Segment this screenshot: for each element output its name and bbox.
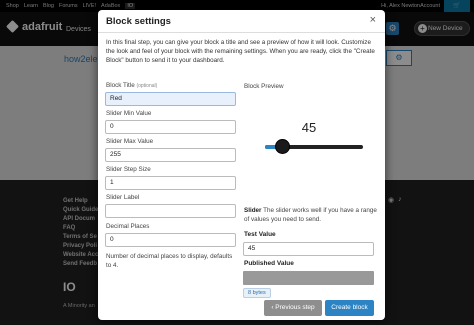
decimal-places-label: Decimal Places bbox=[106, 223, 150, 230]
modal-header: Block settings × bbox=[98, 10, 385, 33]
slider-step-label: Slider Step Size bbox=[106, 166, 151, 173]
slider-max-label: Slider Max Value bbox=[106, 138, 154, 145]
slider-desc-text: The slider works well if you have a rang… bbox=[244, 207, 377, 223]
test-value-label: Test Value bbox=[244, 231, 276, 238]
decimal-help-text: Number of decimal places to display, def… bbox=[106, 253, 233, 269]
slider-track[interactable] bbox=[265, 139, 363, 154]
test-value-input[interactable]: 45 bbox=[243, 242, 374, 256]
close-icon[interactable]: × bbox=[370, 14, 376, 26]
block-title-label: Block Title (optional) bbox=[106, 82, 157, 89]
bytes-badge: 8 bytes bbox=[243, 288, 271, 298]
slider-desc-title: Slider bbox=[244, 207, 262, 214]
block-preview-label: Block Preview bbox=[244, 83, 284, 90]
slider-label-input[interactable] bbox=[105, 204, 236, 218]
slider-thumb[interactable] bbox=[275, 139, 291, 154]
previous-step-button[interactable]: ‹ Previous step bbox=[264, 300, 322, 316]
slider-value-display: 45 bbox=[301, 120, 317, 135]
slider-max-input[interactable]: 255 bbox=[105, 148, 236, 162]
block-settings-modal: Block settings × In this final step, you… bbox=[98, 10, 385, 320]
decimal-places-input[interactable]: 0 bbox=[105, 233, 236, 247]
block-title-label-text: Block Title bbox=[106, 82, 135, 89]
slider-step-input[interactable]: 1 bbox=[105, 176, 236, 190]
optional-note: (optional) bbox=[136, 83, 158, 89]
published-value-bar bbox=[243, 271, 374, 285]
slider-label-label: Slider Label bbox=[106, 194, 140, 201]
intro-text: In this final step, you can give your bl… bbox=[106, 39, 375, 64]
slider-min-label: Slider Min Value bbox=[106, 110, 152, 117]
modal-title: Block settings bbox=[106, 16, 171, 27]
slider-description: Slider The slider works well if you have… bbox=[244, 206, 378, 224]
block-title-input[interactable]: Red bbox=[105, 92, 236, 106]
create-block-button[interactable]: Create block bbox=[325, 300, 374, 316]
slider-min-input[interactable]: 0 bbox=[105, 120, 236, 134]
published-value-label: Published Value bbox=[244, 260, 294, 267]
